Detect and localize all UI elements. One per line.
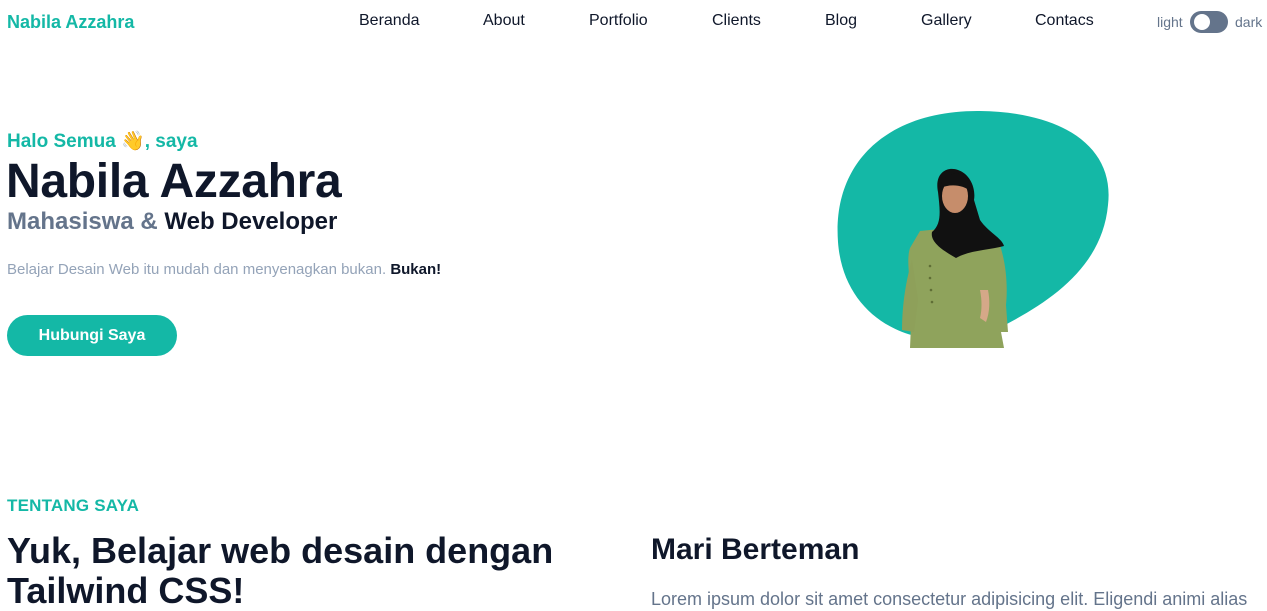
- tagline-emphasis: Bukan!: [390, 261, 442, 278]
- hero-tagline: Belajar Desain Web itu mudah dan menyena…: [7, 261, 441, 278]
- hero-name: Nabila Azzahra: [6, 155, 342, 208]
- tagline-text: Belajar Desain Web itu mudah dan menyena…: [7, 261, 387, 278]
- theme-toggle: light dark: [1157, 11, 1267, 33]
- side-title: Mari Berteman: [651, 533, 860, 566]
- nav-item-gallery[interactable]: Gallery: [921, 12, 972, 30]
- brand-logo[interactable]: Nabila Azzahra: [7, 12, 134, 33]
- toggle-knob: [1194, 14, 1210, 30]
- dark-mode-switch[interactable]: [1190, 11, 1228, 33]
- nav-item-beranda[interactable]: Beranda: [359, 12, 420, 30]
- hero-role: Mahasiswa & Web Developer: [7, 208, 337, 236]
- side-paragraph: Lorem ipsum dolor sit amet consectetur a…: [651, 589, 1248, 609]
- hero-image: [830, 100, 1120, 350]
- nav-item-contacs[interactable]: Contacs: [1035, 12, 1094, 30]
- nav-item-about[interactable]: About: [483, 12, 525, 30]
- role-title: Web Developer: [164, 208, 338, 235]
- about-title: Yuk, Belajar web desain dengan Tailwind …: [7, 530, 554, 611]
- theme-dark-label: dark: [1235, 14, 1263, 30]
- nav-item-blog[interactable]: Blog: [825, 12, 857, 30]
- contact-me-button[interactable]: Hubungi Saya: [7, 315, 177, 356]
- theme-light-label: light: [1157, 14, 1183, 30]
- role-prefix: Mahasiswa &: [7, 208, 158, 235]
- navbar: Nabila Azzahra Beranda About Portfolio C…: [0, 0, 1267, 44]
- profile-photo: [837, 110, 1109, 348]
- nav-item-portfolio[interactable]: Portfolio: [589, 12, 648, 30]
- section-label: TENTANG SAYA: [7, 496, 140, 515]
- nav-item-clients[interactable]: Clients: [712, 12, 761, 30]
- hero-greeting: Halo Semua 👋, saya: [7, 131, 198, 152]
